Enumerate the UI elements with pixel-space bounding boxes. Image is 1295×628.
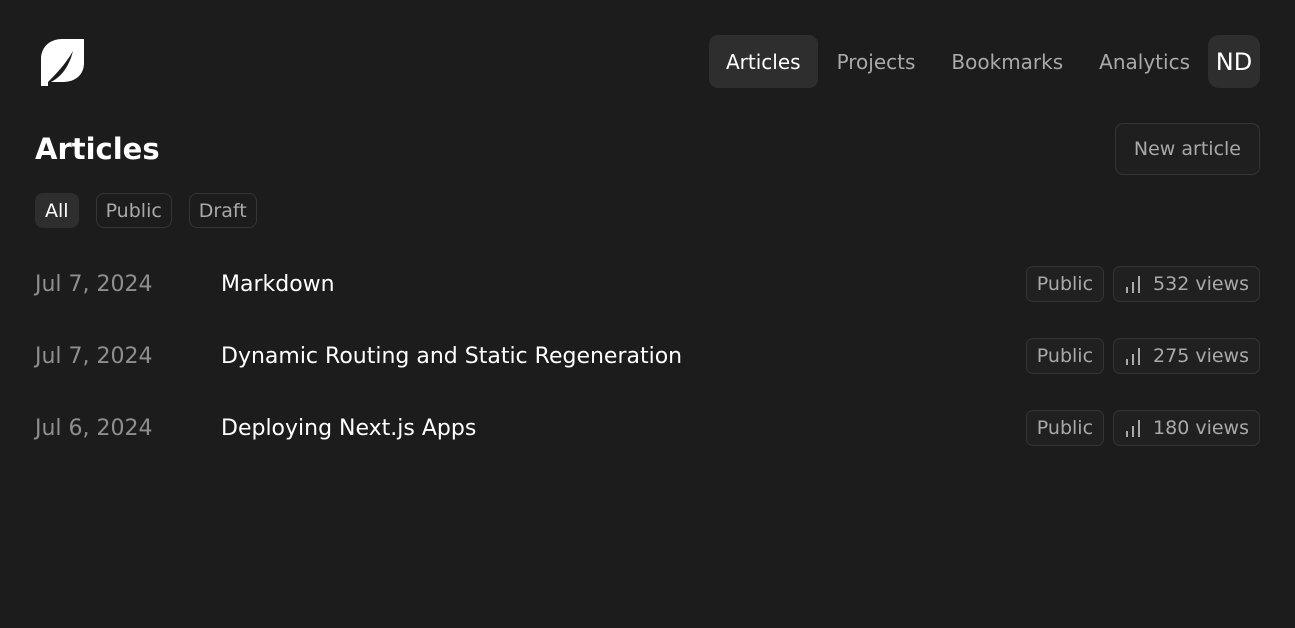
nav-projects[interactable]: Projects (820, 35, 933, 88)
nav-bookmarks[interactable]: Bookmarks (934, 35, 1080, 88)
leaf-icon (41, 39, 84, 86)
list-item[interactable]: Jul 6, 2024 Deploying Next.js Apps Publi… (35, 392, 1260, 464)
views-count: 180 views (1153, 417, 1249, 439)
filter-public[interactable]: Public (95, 193, 172, 228)
avatar[interactable]: ND (1208, 35, 1260, 88)
filter-tabs: All Public Draft (35, 193, 257, 228)
filter-all[interactable]: All (35, 193, 79, 228)
article-badges: Public 532 views (1025, 266, 1260, 302)
views-badge: 180 views (1113, 410, 1260, 446)
list-item[interactable]: Jul 7, 2024 Dynamic Routing and Static R… (35, 320, 1260, 392)
articles-list: Jul 7, 2024 Markdown Public 532 views Ju… (35, 248, 1260, 464)
article-date: Jul 7, 2024 (35, 271, 153, 297)
visibility-badge: Public (1025, 266, 1105, 302)
bar-chart-icon (1124, 275, 1141, 293)
article-badges: Public 275 views (1025, 338, 1260, 374)
views-badge: 275 views (1113, 338, 1260, 374)
bar-chart-icon (1124, 419, 1141, 437)
visibility-badge: Public (1025, 338, 1105, 374)
page-title: Articles (35, 132, 160, 166)
main-nav: Articles Projects Bookmarks Analytics ND (708, 35, 1260, 88)
title-row: Articles New article (35, 123, 1260, 175)
views-count: 532 views (1153, 273, 1249, 295)
views-badge: 532 views (1113, 266, 1260, 302)
filter-draft[interactable]: Draft (188, 193, 257, 228)
article-date: Jul 6, 2024 (35, 415, 153, 441)
new-article-button[interactable]: New article (1114, 123, 1260, 175)
views-count: 275 views (1153, 345, 1249, 367)
nav-analytics[interactable]: Analytics (1082, 35, 1207, 88)
logo[interactable] (41, 37, 91, 87)
article-title[interactable]: Markdown (221, 272, 1026, 297)
article-date: Jul 7, 2024 (35, 343, 153, 369)
article-badges: Public 180 views (1025, 410, 1260, 446)
article-title[interactable]: Dynamic Routing and Static Regeneration (221, 344, 1026, 369)
visibility-badge: Public (1025, 410, 1105, 446)
nav-articles[interactable]: Articles (708, 35, 818, 88)
article-title[interactable]: Deploying Next.js Apps (221, 416, 1026, 441)
bar-chart-icon (1124, 347, 1141, 365)
page: Articles Projects Bookmarks Analytics ND… (0, 0, 1295, 628)
list-item[interactable]: Jul 7, 2024 Markdown Public 532 views (35, 248, 1260, 320)
top-header: Articles Projects Bookmarks Analytics ND (35, 35, 1260, 88)
